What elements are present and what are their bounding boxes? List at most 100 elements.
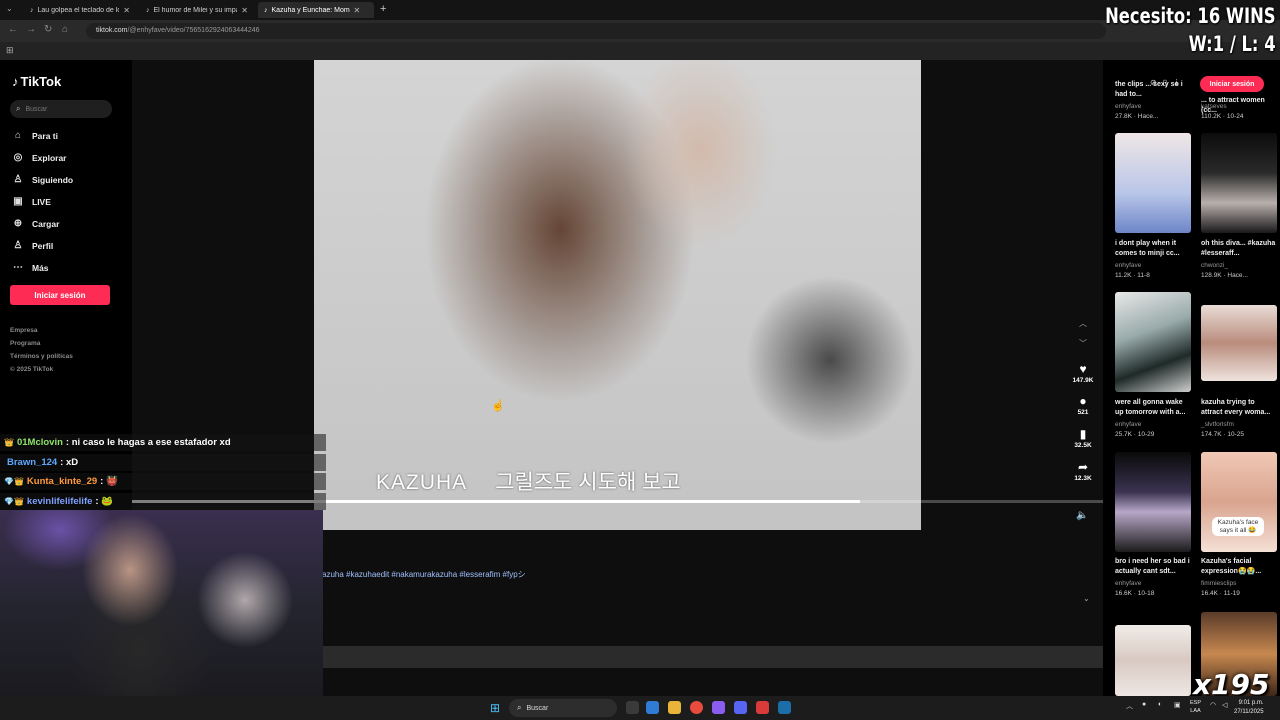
chat-message: 💎👑 Kunta_kinte_29 : 👹: [0, 473, 326, 490]
home-icon[interactable]: ⌂: [62, 24, 68, 35]
tab-search-icon[interactable]: ⌄: [6, 4, 13, 13]
nav-item-para-ti[interactable]: ⌂ Para ti: [12, 130, 58, 141]
browser-tab-2[interactable]: ♪ El humor de Milei y su impacto ✕: [140, 2, 254, 18]
close-icon[interactable]: ✕: [241, 6, 248, 15]
feed-user[interactable]: enhyfave: [1115, 421, 1191, 428]
chat-message: Brawn_124 : xD: [0, 454, 326, 471]
tiktok-favicon-icon: ♪: [264, 6, 268, 14]
task-view-icon[interactable]: [626, 701, 639, 714]
new-tab-button[interactable]: +: [380, 3, 386, 15]
chevron-up-icon[interactable]: ︿: [1068, 318, 1098, 329]
feed-login-button[interactable]: Iniciar sesión: [1200, 76, 1264, 92]
browser-tab-3-active[interactable]: ♪ Kazuha y Eunchae: Moment ✕: [258, 2, 374, 18]
search-placeholder: Buscar: [25, 105, 48, 113]
steam-icon[interactable]: [778, 701, 791, 714]
feed-caption[interactable]: the clips ... sexy so i had to...: [1115, 80, 1191, 100]
like-count: 147.9K: [1072, 377, 1094, 384]
tray-chevron-icon[interactable]: ︿: [1126, 701, 1133, 711]
chat-text: : xD: [60, 457, 79, 468]
feed-thumbnail[interactable]: [1115, 292, 1191, 392]
like-button[interactable]: ♥ 147.9K: [1068, 362, 1098, 384]
footer-link-programa[interactable]: Programa: [10, 340, 40, 347]
thumbnail-overlay-text: Kazuha's face says it all 😂: [1212, 517, 1264, 536]
feed-caption[interactable]: were all gonna wake up tomorrow with a..…: [1115, 398, 1191, 418]
search-input[interactable]: ⌕ Buscar: [10, 100, 112, 118]
feed-caption[interactable]: oh this diva... #kazuha #lesseraff...: [1201, 239, 1277, 259]
feed-caption[interactable]: bro i need her so bad i actually cant sd…: [1115, 557, 1191, 577]
feed-thumbnail[interactable]: [1115, 133, 1191, 233]
discord-icon[interactable]: [734, 701, 747, 714]
nav-item-live[interactable]: ▣ LIVE: [12, 196, 51, 207]
tiktok-logo-text: TikTok: [20, 74, 62, 89]
tab-title: Kazuha y Eunchae: Moment: [271, 6, 350, 14]
feed-thumbnail[interactable]: [1201, 133, 1277, 233]
footer-link-empresa[interactable]: Empresa: [10, 327, 37, 334]
save-button[interactable]: ▮ 32.5K: [1068, 427, 1098, 449]
nav-item-explorar[interactable]: ◎ Explorar: [12, 152, 67, 163]
feed-user[interactable]: katseves: [1201, 103, 1277, 110]
reload-icon[interactable]: ↻: [44, 24, 52, 35]
chevron-down-icon[interactable]: ﹀: [1068, 338, 1098, 349]
wifi-icon[interactable]: ◠: [1210, 701, 1216, 709]
file-explorer-icon[interactable]: [668, 701, 681, 714]
app-icon[interactable]: [756, 701, 769, 714]
forward-icon[interactable]: →: [26, 24, 36, 35]
nav-item-perfil[interactable]: ♙ Perfil: [12, 240, 54, 251]
login-button[interactable]: Iniciar sesión: [10, 285, 110, 305]
close-icon[interactable]: ✕: [123, 6, 130, 15]
feed-user[interactable]: _slvtforlsfm: [1201, 421, 1277, 428]
feed-user[interactable]: enhyfave: [1115, 262, 1191, 269]
chat-username: 01Mclovin: [16, 437, 63, 448]
clock-time: 9:01 p.m.: [1238, 700, 1264, 706]
browser-tab-1[interactable]: ♪ Lau golpea el teclado de los lo ✕: [24, 2, 136, 18]
share-button[interactable]: ➦ 12.3K: [1068, 460, 1098, 482]
chat-message: 👑 01Mclovin : ni caso le hagas a ese est…: [0, 434, 326, 451]
footer-copyright: © 2025 TikTok: [10, 366, 54, 373]
chevron-down-icon[interactable]: ⌄: [1083, 594, 1090, 603]
feed-user[interactable]: enhyfave: [1115, 580, 1191, 587]
back-icon[interactable]: ←: [8, 24, 18, 35]
footer-link-terms[interactable]: Términos y políticas: [10, 353, 73, 360]
tab-title: Lau golpea el teclado de los lo: [37, 6, 120, 14]
nav-item-mas[interactable]: ⋯ Más: [12, 262, 49, 273]
keyboard-language[interactable]: ESP LAA: [1190, 699, 1201, 715]
feed-caption[interactable]: i dont play when it comes to minji cc...: [1115, 239, 1191, 259]
chrome-icon[interactable]: [690, 701, 703, 714]
video-hashtags[interactable]: azuha #kazuhaedit #nakamurakazuha #lesse…: [322, 569, 526, 580]
feed-thumbnail[interactable]: [1115, 452, 1191, 552]
app-icon[interactable]: [712, 701, 725, 714]
feed-caption[interactable]: kazuha trying to attract every woma...: [1201, 398, 1277, 418]
url-input[interactable]: tiktok.com/@enhyfave/video/7565162924063…: [86, 23, 1106, 39]
save-count: 32.5K: [1074, 442, 1092, 449]
close-icon[interactable]: ✕: [354, 6, 361, 15]
windows-start-icon[interactable]: ⊞: [490, 701, 500, 715]
volume-icon[interactable]: 🔈: [1076, 510, 1088, 521]
comment-button[interactable]: ● 521: [1068, 394, 1098, 416]
feed-user[interactable]: chwonzi_: [1201, 262, 1277, 269]
feed-thumbnail[interactable]: [1201, 305, 1277, 381]
upload-icon: ⊕: [13, 218, 23, 229]
tiktok-logo[interactable]: ♪ TikTok: [12, 74, 61, 89]
feed-stats: 25.7K · 10-29: [1115, 431, 1155, 438]
feed-caption[interactable]: Kazuha's facial expression😭😭...: [1201, 557, 1277, 577]
tray-icon[interactable]: ◐: [1158, 701, 1162, 708]
nav-item-cargar[interactable]: ⊕ Cargar: [12, 218, 60, 229]
nav-item-siguiendo[interactable]: ♙ Siguiendo: [12, 174, 74, 185]
taskbar-clock[interactable]: 9:01 p.m. 27/11/2025: [1234, 699, 1264, 717]
tray-icon[interactable]: ●: [1142, 701, 1146, 708]
video-player[interactable]: [314, 60, 921, 530]
chat-username: kevinlifelifelife: [26, 496, 93, 507]
feed-thumbnail[interactable]: [1115, 625, 1191, 696]
feed-user[interactable]: enhyfave: [1115, 103, 1191, 110]
feed-user[interactable]: fimmiesclips: [1201, 580, 1277, 587]
chat-text: : 👹: [100, 476, 118, 487]
apps-grid-icon[interactable]: ⊞: [6, 45, 14, 56]
volume-icon[interactable]: ◁: [1222, 701, 1227, 709]
feed-thumbnail[interactable]: [1201, 452, 1277, 552]
taskbar-search[interactable]: ⌕ Buscar: [509, 699, 617, 717]
copilot-icon[interactable]: [646, 701, 659, 714]
tray-icon[interactable]: ▣: [1174, 701, 1181, 709]
nav-item-label: Explorar: [32, 152, 67, 163]
tiktok-note-icon: ♪: [12, 74, 19, 89]
profile-icon: ♙: [13, 240, 23, 251]
